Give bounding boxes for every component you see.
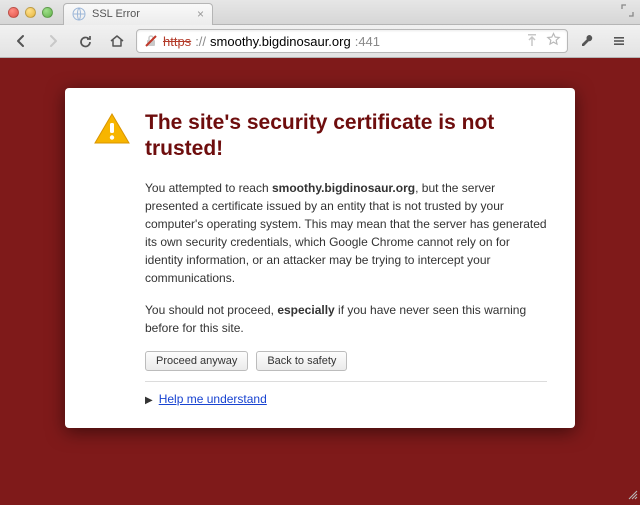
url-scheme: https (163, 34, 191, 49)
window-titlebar: SSL Error × (0, 0, 640, 25)
divider (145, 381, 547, 382)
text-fragment: You attempted to reach (145, 181, 272, 195)
menu-icon[interactable] (606, 29, 632, 53)
window-controls (6, 7, 53, 18)
resize-grip-icon[interactable] (626, 488, 638, 503)
especially-emphasis: especially (277, 303, 334, 317)
ssl-error-badge-icon (143, 33, 159, 49)
address-bar[interactable]: https :// smoothy.bigdinosaur.org :441 (136, 29, 568, 53)
ssl-warning-title: The site's security certificate is not t… (145, 110, 547, 163)
forward-button[interactable] (40, 29, 66, 53)
browser-toolbar: https :// smoothy.bigdinosaur.org :441 (0, 25, 640, 58)
browser-tab[interactable]: SSL Error × (63, 3, 213, 25)
close-tab-button[interactable]: × (197, 8, 204, 20)
proceed-anyway-button[interactable]: Proceed anyway (145, 351, 248, 371)
ssl-warning-card: The site's security certificate is not t… (65, 88, 575, 428)
tab-title: SSL Error (92, 8, 140, 20)
fullscreen-icon[interactable] (621, 4, 634, 20)
help-disclosure[interactable]: ▶ Help me understand (145, 392, 547, 406)
zoom-window-button[interactable] (42, 7, 53, 18)
ssl-warning-paragraph-1: You attempted to reach smoothy.bigdinosa… (145, 179, 547, 287)
text-fragment: , but the server presented a certificate… (145, 181, 547, 285)
url-port: :441 (355, 34, 380, 49)
star-icon[interactable] (546, 32, 561, 50)
back-to-safety-button[interactable]: Back to safety (256, 351, 347, 371)
action-icon[interactable] (526, 33, 538, 50)
home-button[interactable] (104, 29, 130, 53)
reload-button[interactable] (72, 29, 98, 53)
text-fragment: You should not proceed, (145, 303, 277, 317)
ssl-warning-paragraph-2: You should not proceed, especially if yo… (145, 301, 547, 337)
disclosure-triangle-icon: ▶ (145, 395, 153, 406)
minimize-window-button[interactable] (25, 7, 36, 18)
wrench-icon[interactable] (574, 29, 600, 53)
url-host: smoothy.bigdinosaur.org (210, 34, 351, 49)
page-viewport: The site's security certificate is not t… (0, 58, 640, 505)
url-separator: :// (195, 34, 206, 49)
globe-icon (72, 7, 86, 21)
host-emphasis: smoothy.bigdinosaur.org (272, 181, 415, 195)
help-link[interactable]: Help me understand (159, 392, 267, 406)
back-button[interactable] (8, 29, 34, 53)
close-window-button[interactable] (8, 7, 19, 18)
warning-triangle-icon (93, 112, 131, 179)
